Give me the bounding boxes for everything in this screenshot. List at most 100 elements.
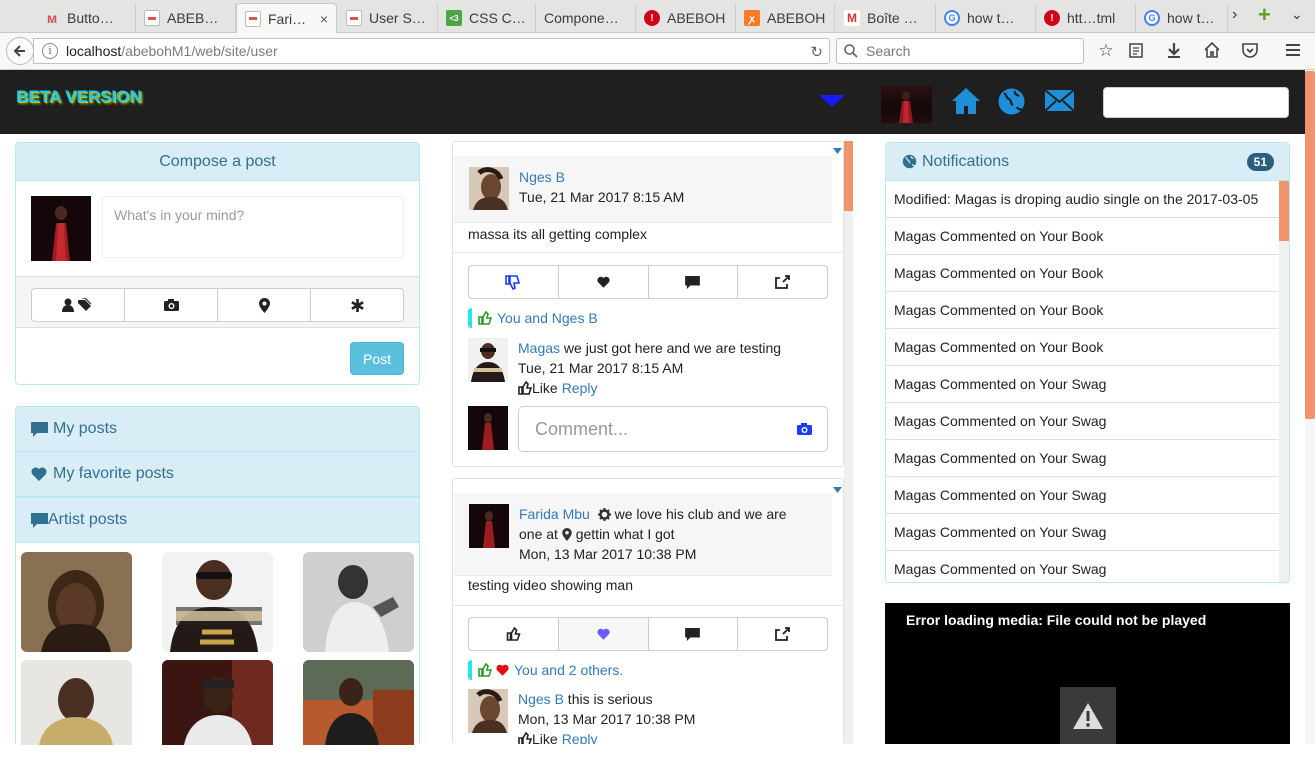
comment-like-button[interactable]: Like bbox=[518, 378, 558, 398]
post-author-avatar[interactable] bbox=[469, 504, 509, 548]
favorite-button[interactable] bbox=[559, 266, 649, 298]
notifications-header[interactable]: Notifications 51 bbox=[886, 143, 1289, 181]
heart-icon bbox=[597, 276, 610, 288]
post-menu-caret-icon[interactable] bbox=[833, 487, 842, 493]
feed-scrollbar[interactable] bbox=[844, 141, 853, 744]
notification-item[interactable]: Magas Commented on Your Swag bbox=[886, 440, 1280, 477]
artist-posts-link[interactable]: Artist posts bbox=[16, 497, 419, 543]
header-avatar[interactable] bbox=[881, 86, 932, 123]
commenter-name[interactable]: Magas bbox=[518, 340, 560, 356]
notification-item[interactable]: Magas Commented on Your Book bbox=[886, 292, 1280, 329]
comment-item: Nges B this is serious Mon, 13 Mar 2017 … bbox=[468, 689, 828, 744]
pocket-icon[interactable] bbox=[1241, 41, 1261, 61]
notifications-scrollbar-thumb[interactable] bbox=[1279, 181, 1289, 241]
post-author-name[interactable]: Nges B bbox=[519, 167, 684, 187]
notification-item[interactable]: Magas Commented on Your Book bbox=[886, 218, 1280, 255]
tabs-overflow-icon[interactable]: › bbox=[1232, 6, 1237, 24]
browser-tab[interactable]: ꭗ ABEBOH bbox=[736, 3, 835, 33]
media-player[interactable]: Error loading media: File could not be p… bbox=[885, 603, 1290, 744]
browser-tab[interactable]: M Boîte … bbox=[836, 3, 936, 33]
likes-summary[interactable]: You and Nges B bbox=[468, 308, 598, 328]
post-author-avatar[interactable] bbox=[469, 167, 509, 210]
post-menu-caret-icon[interactable] bbox=[833, 148, 842, 154]
dropdown-caret-icon[interactable] bbox=[818, 94, 846, 108]
comment-reply-link[interactable]: Reply bbox=[562, 378, 598, 398]
browser-tab[interactable]: ABEB… bbox=[136, 3, 236, 33]
my-posts-link[interactable]: My posts bbox=[16, 407, 419, 452]
globe-icon[interactable] bbox=[997, 87, 1026, 116]
browser-tab[interactable]: ᴍ Butto… bbox=[36, 3, 136, 33]
home-icon[interactable] bbox=[1203, 41, 1223, 61]
artist-thumbnail[interactable] bbox=[21, 660, 132, 760]
feed-scrollbar-thumb[interactable] bbox=[844, 141, 853, 211]
address-bar[interactable]: i localhost/abebohM1/web/site/user ↻ bbox=[33, 38, 830, 64]
url-host: localhost bbox=[66, 43, 122, 59]
brand-logo[interactable]: BETA VERSION bbox=[16, 87, 142, 107]
comment-button[interactable] bbox=[649, 618, 739, 650]
favorite-posts-link[interactable]: My favorite posts bbox=[16, 452, 419, 497]
comment-input[interactable]: Comment... bbox=[518, 406, 828, 452]
tag-people-button[interactable] bbox=[32, 289, 125, 321]
artist-thumbnail[interactable] bbox=[162, 552, 273, 652]
comment-like-button[interactable]: Like bbox=[518, 729, 558, 744]
notification-item[interactable]: Magas Commented on Your Book bbox=[886, 255, 1280, 292]
user-tag-icon bbox=[62, 298, 92, 312]
header-search-input[interactable] bbox=[1103, 87, 1289, 118]
notification-item[interactable]: Magas Commented on Your Swag bbox=[886, 514, 1280, 551]
add-photo-button[interactable] bbox=[125, 289, 218, 321]
close-tab-icon[interactable]: × bbox=[312, 11, 328, 27]
artist-thumbnail[interactable] bbox=[303, 552, 414, 652]
notifications-scrollbar[interactable] bbox=[1279, 181, 1289, 582]
mail-icon[interactable] bbox=[1044, 89, 1075, 112]
commenter-avatar[interactable] bbox=[468, 689, 508, 733]
back-button[interactable] bbox=[6, 37, 34, 65]
artist-thumbnail[interactable] bbox=[21, 552, 132, 652]
download-icon[interactable] bbox=[1165, 41, 1185, 61]
list-tabs-icon[interactable]: ⌄ bbox=[1291, 6, 1303, 23]
add-location-button[interactable] bbox=[218, 289, 311, 321]
share-button[interactable] bbox=[738, 266, 827, 298]
browser-tab[interactable]: ! htt…tml bbox=[1036, 3, 1136, 33]
browser-tab[interactable]: G how t… bbox=[1136, 3, 1228, 33]
comment-button[interactable] bbox=[649, 266, 739, 298]
add-activity-button[interactable] bbox=[311, 289, 403, 321]
browser-tab[interactable]: User S… bbox=[338, 3, 438, 33]
compose-textarea[interactable]: What's in your mind? bbox=[102, 196, 404, 258]
browser-tab-active[interactable]: Fari… × bbox=[236, 3, 337, 33]
map-marker-icon bbox=[258, 297, 270, 313]
commenter-avatar[interactable] bbox=[468, 338, 508, 382]
page-scrollbar-thumb[interactable] bbox=[1305, 71, 1315, 419]
bookmark-star-icon[interactable]: ☆ bbox=[1096, 41, 1116, 61]
comment-reply-link[interactable]: Reply bbox=[562, 729, 598, 744]
css-icon: <3 bbox=[446, 10, 462, 26]
notification-item[interactable]: Magas Commented on Your Swag bbox=[886, 551, 1280, 582]
new-tab-icon[interactable]: + bbox=[1258, 2, 1271, 28]
home-icon[interactable] bbox=[950, 86, 982, 116]
browser-tab[interactable]: Compone… bbox=[536, 3, 636, 33]
reading-list-icon[interactable] bbox=[1127, 41, 1147, 61]
browser-tab[interactable]: G how t… bbox=[936, 3, 1036, 33]
artist-thumbnail[interactable] bbox=[162, 660, 273, 760]
share-button[interactable] bbox=[738, 618, 827, 650]
like-button[interactable] bbox=[469, 618, 559, 650]
notification-item[interactable]: Magas Commented on Your Swag bbox=[886, 403, 1280, 440]
browser-search-input[interactable]: Search bbox=[836, 38, 1084, 64]
page-icon bbox=[144, 10, 160, 26]
notification-item[interactable]: Magas Commented on Your Swag bbox=[886, 366, 1280, 403]
notification-item[interactable]: Magas Commented on Your Swag bbox=[886, 477, 1280, 514]
notification-item[interactable]: Magas Commented on Your Book bbox=[886, 329, 1280, 366]
camera-icon[interactable] bbox=[797, 423, 812, 435]
browser-tab[interactable]: <3 CSS C… bbox=[438, 3, 536, 33]
menu-icon[interactable] bbox=[1284, 41, 1304, 61]
notification-item[interactable]: Modified: Magas is droping audio single … bbox=[886, 181, 1280, 218]
favorite-button[interactable] bbox=[558, 618, 649, 650]
commenter-name[interactable]: Nges B bbox=[518, 691, 564, 707]
info-icon[interactable]: i bbox=[42, 43, 58, 59]
post-button[interactable]: Post bbox=[350, 342, 404, 375]
likes-summary[interactable]: You and 2 others. bbox=[468, 660, 623, 680]
unlike-button[interactable] bbox=[469, 266, 559, 298]
reload-icon[interactable]: ↻ bbox=[810, 43, 823, 61]
browser-tab[interactable]: ! ABEBOH bbox=[636, 3, 736, 33]
post-author-name[interactable]: Farida Mbu bbox=[519, 506, 590, 522]
artist-thumbnail[interactable] bbox=[303, 660, 414, 760]
